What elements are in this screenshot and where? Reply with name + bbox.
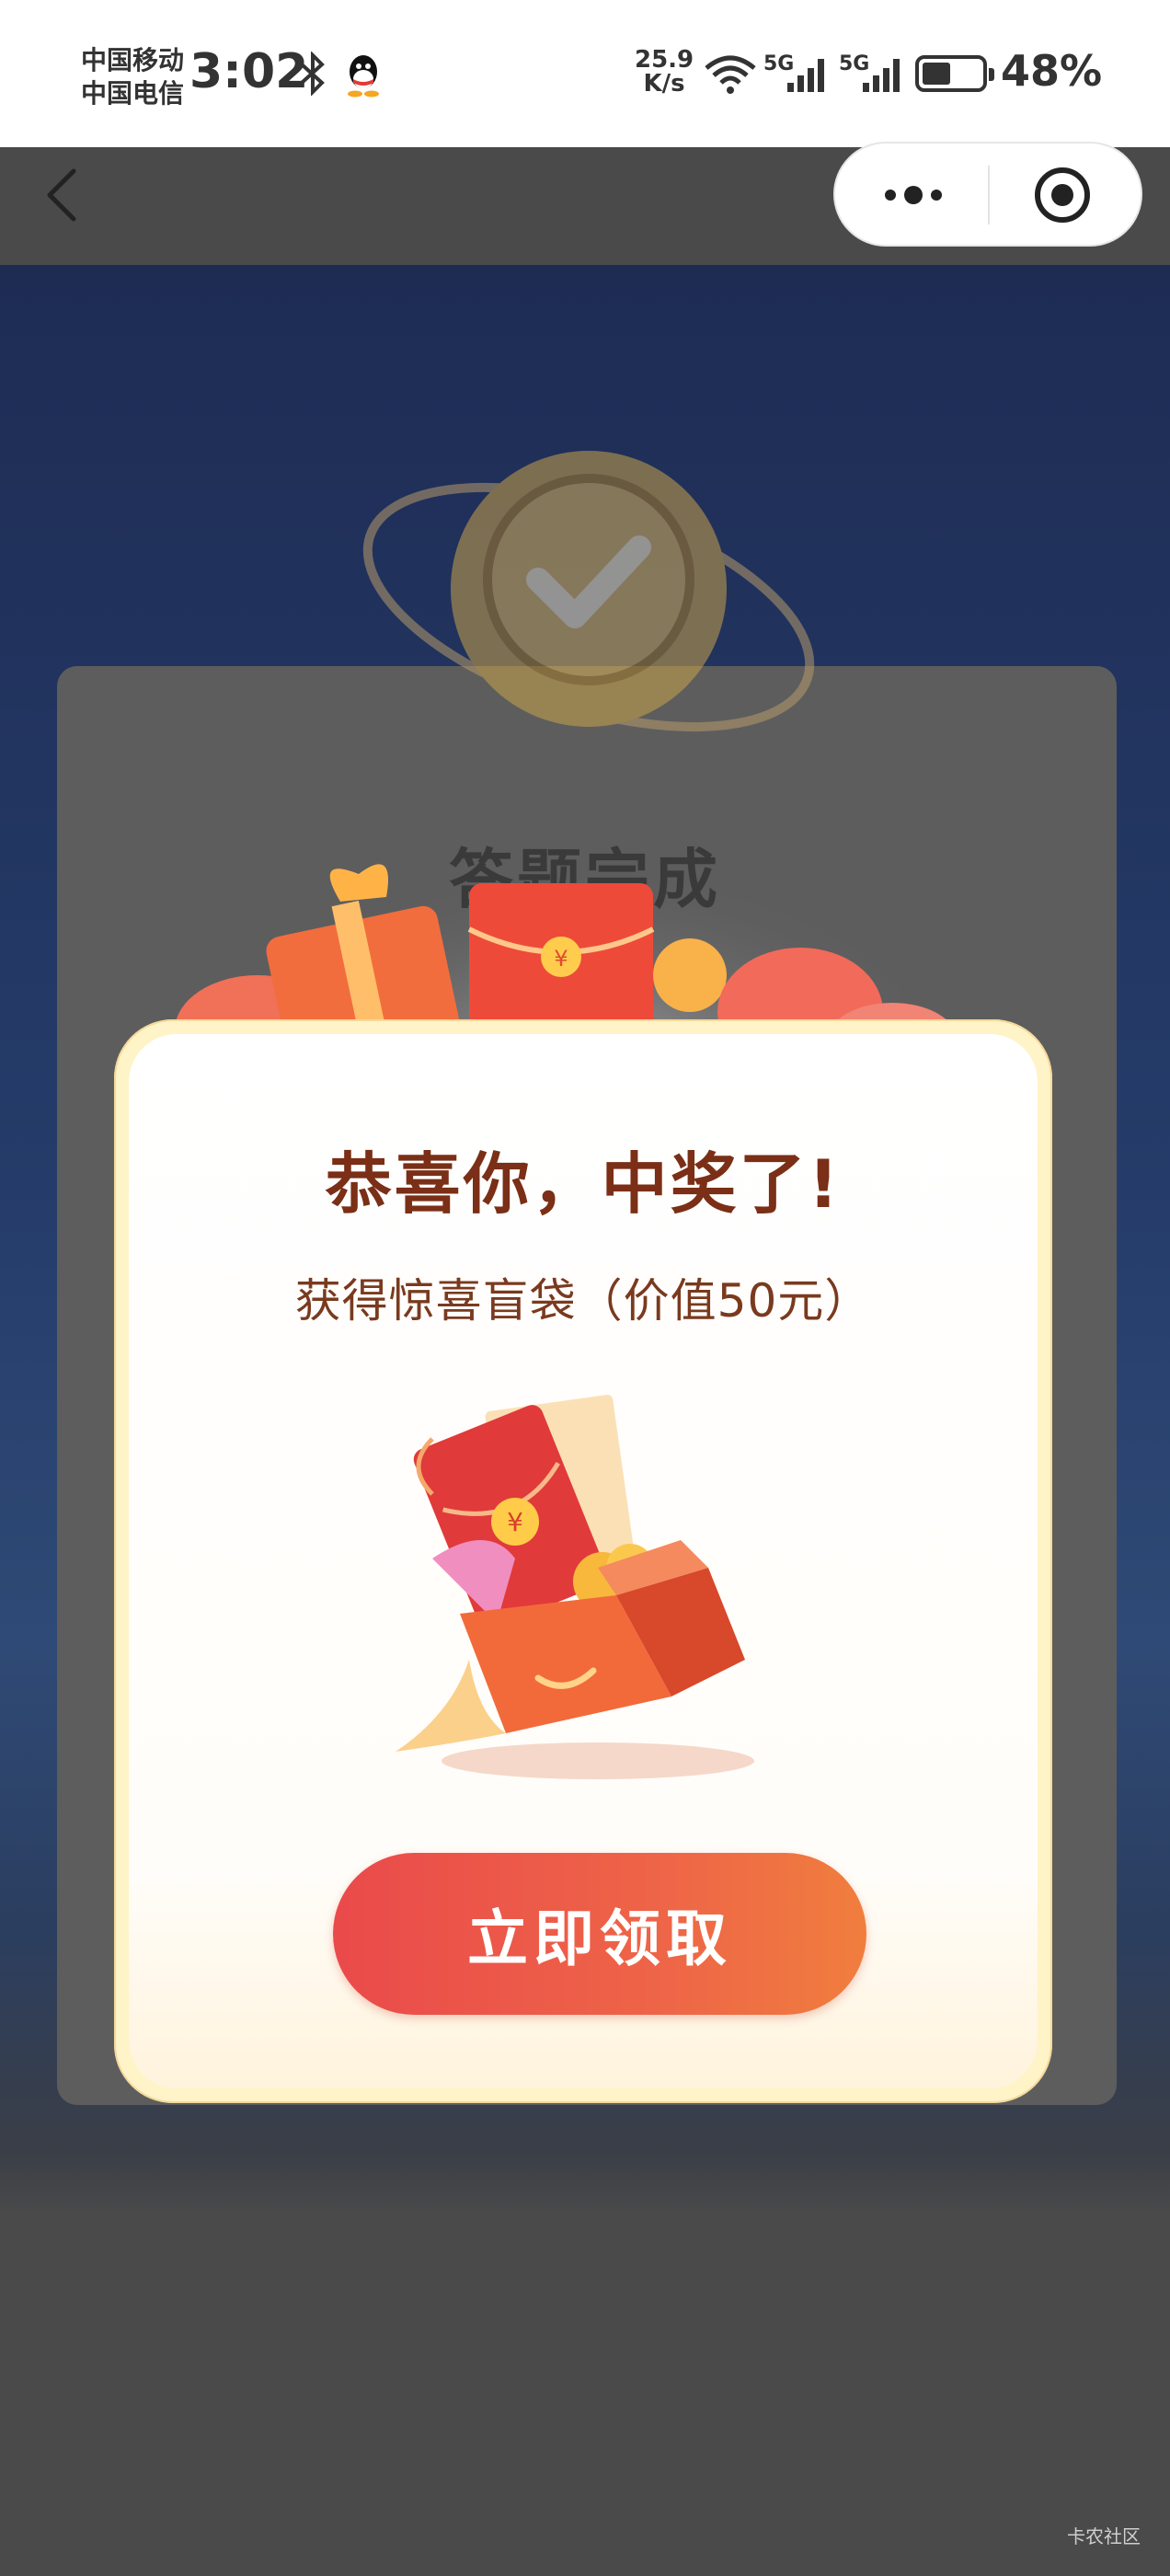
svg-text:¥: ¥ [507,1507,523,1537]
more-dots-icon [885,186,942,204]
dialog-headline: 恭喜你，中奖了! [325,1145,842,1223]
qq-icon [342,52,384,98]
signal-icon: 5G [763,52,832,96]
bluetooth-icon [294,51,331,97]
close-miniprogram-button[interactable] [1014,160,1111,230]
status-time: 3:02 [189,44,309,99]
coin-check-icon [362,451,815,732]
claim-now-button[interactable]: 立即领取 [333,1853,866,2015]
net-speed: 25.9 K/s [635,48,694,96]
wifi-icon [703,52,758,96]
dialog-prize-description: 获得惊喜盲袋（价值50元） [294,1274,872,1328]
signal-icon: 5G [839,52,907,96]
chevron-left-icon [47,168,76,222]
back-button[interactable] [33,155,88,236]
more-button[interactable] [863,162,964,228]
net-speed-value: 25.9 [635,46,694,74]
signal2-label: 5G [839,52,869,75]
prize-box-illustration: ¥ [396,1395,754,1779]
net-speed-unit: K/s [643,70,685,98]
watermark-text: 卡农社区 [1067,2525,1141,2547]
status-bar: 中国移动 中国电信 3:02 25.9 K/s 5G 5G 48% [0,0,1170,147]
miniprogram-capsule [833,142,1142,247]
svg-text:¥: ¥ [554,946,568,972]
carrier-names: 中国移动 中国电信 [81,44,184,110]
battery-percent: 48% [1001,46,1103,96]
capsule-divider [988,166,990,224]
prize-dialog-body: 恭喜你，中奖了! 获得惊喜盲袋（价值50元） ¥ 立即领取 [129,1034,1038,2088]
carrier-top: 中国移动 [81,45,185,75]
battery-charging-icon [915,55,994,92]
signal1-label: 5G [763,52,794,75]
prize-dialog: 恭喜你，中奖了! 获得惊喜盲袋（价值50元） ¥ 立即领取 [114,1019,1052,2103]
carrier-bottom: 中国电信 [81,78,185,109]
target-circle-icon [1035,167,1090,223]
